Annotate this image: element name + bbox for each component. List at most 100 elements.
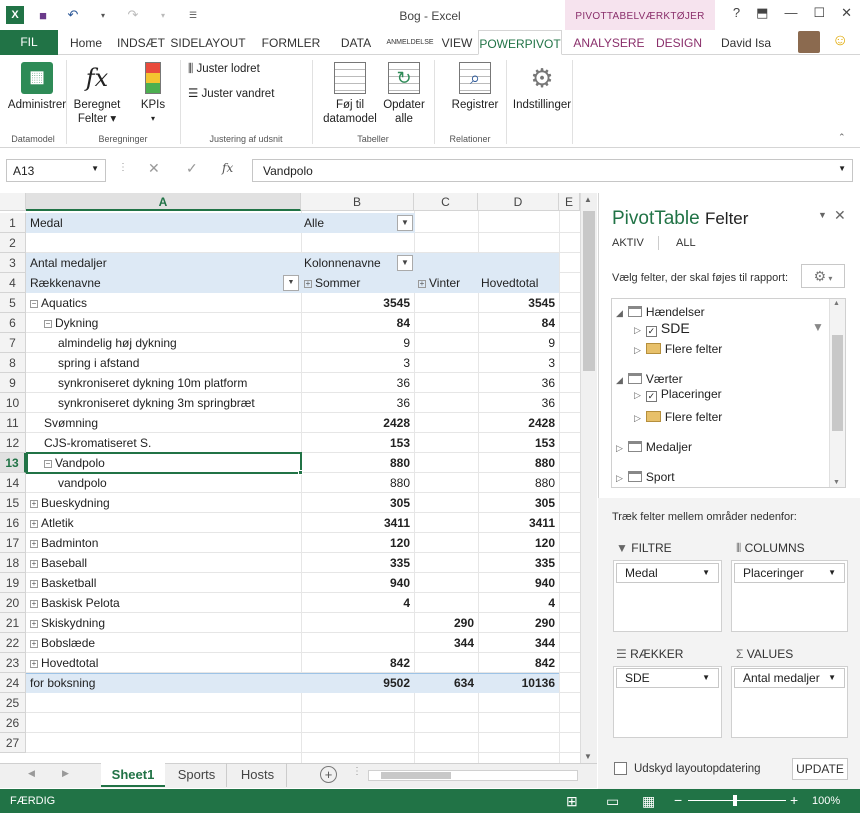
formula-input[interactable]: Vandpolo ▼ [252,159,853,182]
tab-data[interactable]: DATA [336,30,376,55]
chevron-down-icon[interactable]: ▼ [828,669,836,687]
pivot-value-d[interactable]: 3411 [478,513,559,533]
row-header[interactable]: 27 [0,733,26,753]
pivot-value-d[interactable]: 36 [478,373,559,393]
pivot-value-b[interactable]: 4 [301,593,414,613]
pivot-value-d[interactable]: 120 [478,533,559,553]
field-sde[interactable]: ▷ ✓ SDE [634,320,690,337]
row-header[interactable]: 22 [0,633,26,653]
pivot-value-b[interactable]: 305 [301,493,414,513]
pivot-value-d[interactable]: 84 [478,313,559,333]
scroll-down-icon[interactable]: ▼ [833,479,840,486]
zoom-slider[interactable] [688,800,786,801]
pivot-value-b[interactable] [301,633,414,653]
tab-aktiv[interactable]: AKTIV [612,237,644,249]
pivot-value-d[interactable]: 335 [478,553,559,573]
defer-update-checkbox[interactable] [614,762,627,775]
expand-icon[interactable]: ▷ [634,413,641,423]
pivot-value-b[interactable]: 36 [301,393,414,413]
expand-icon[interactable]: + [418,280,426,288]
cell-a4[interactable]: Rækkenavne [30,273,280,293]
expand-icon[interactable]: + [30,580,38,588]
scroll-up-icon[interactable]: ▲ [584,195,592,204]
row-header[interactable]: 26 [0,713,26,733]
more-options-icon[interactable]: ⋮ [118,162,128,173]
pivot-value-d[interactable]: 4 [478,593,559,613]
zoom-level[interactable]: 100% [812,795,840,807]
page-break-view-icon[interactable]: ▦ [642,793,655,810]
administrer-button[interactable]: ▦ Administrer [6,62,68,112]
tab-fil[interactable]: FIL [0,30,58,55]
add-sheet-icon[interactable]: + [320,766,337,783]
expand-icon[interactable]: ▷ [634,325,641,335]
pivot-row-label[interactable]: + Badminton [30,533,298,553]
collapse-icon[interactable]: − [44,320,52,328]
tab-prev-icon[interactable]: ◀ [28,768,35,779]
pivot-value-d[interactable]: 344 [478,633,559,653]
normal-view-icon[interactable]: ⊞ [566,793,578,810]
pivot-value-c[interactable] [414,593,478,613]
pivot-row-label[interactable]: + Atletik [30,513,298,533]
close-icon[interactable]: ✕ [841,5,852,21]
row-labels-filter-button[interactable]: ▼ [283,275,299,291]
pivot-row-label[interactable]: + Baseball [30,553,298,573]
pivot-row-label[interactable]: − Dykning [44,313,298,333]
cell-b1[interactable]: Alle [304,213,394,233]
close-pane-icon[interactable]: ✕ [834,207,846,224]
collapse-icon[interactable]: ◢ [616,308,623,318]
tab-analysere[interactable]: ANALYSERE [572,30,646,55]
opdater-alle-button[interactable]: ↻ Opdater alle [380,62,428,126]
cell-a1[interactable]: Medal [30,213,300,233]
pivot-value-b[interactable]: 9 [301,333,414,353]
column-header-b[interactable]: B [301,193,414,211]
collapse-ribbon-icon[interactable]: ⌃ [838,132,846,143]
row-header[interactable]: 3 [0,253,26,273]
zoom-out-icon[interactable]: − [674,792,682,808]
row-header[interactable]: 20 [0,593,26,613]
pivot-row-label[interactable]: vandpolo [58,473,298,493]
expand-icon[interactable]: + [30,500,38,508]
pivot-value-d[interactable]: 10136 [478,673,559,693]
selected-cell[interactable] [26,452,302,474]
field-placeringer[interactable]: ▷ ✓ Placeringer [634,387,722,402]
row-header[interactable]: 7 [0,333,26,353]
pivot-row-label[interactable]: for boksning [30,673,298,693]
pivot-value-d[interactable]: 153 [478,433,559,453]
pivot-value-c[interactable]: 290 [414,613,478,633]
field-table-sport[interactable]: ▷ Sport [616,470,675,484]
fill-handle[interactable] [298,470,303,475]
pivot-value-b[interactable]: 3411 [301,513,414,533]
expand-icon[interactable]: + [30,540,38,548]
filters-field-medal[interactable]: Medal ▼ [616,563,719,583]
pivot-value-b[interactable] [301,613,414,633]
pivot-value-b[interactable]: 880 [301,473,414,493]
field-table-medaljer[interactable]: ▷ Medaljer [616,440,692,454]
checkbox-checked-icon[interactable]: ✓ [645,391,657,402]
pivot-value-c[interactable] [414,533,478,553]
expand-icon[interactable]: + [30,600,38,608]
tab-next-icon[interactable]: ▶ [62,768,69,779]
checkbox-checked-icon[interactable]: ✓ [645,326,657,337]
maximize-icon[interactable]: ☐ [813,5,825,21]
pivot-value-d[interactable]: 842 [478,653,559,673]
expand-icon[interactable]: ▷ [634,390,641,400]
field-table-vaerter[interactable]: ◢ Værter [616,372,683,386]
pivot-value-c[interactable]: 344 [414,633,478,653]
pivot-value-d[interactable]: 940 [478,573,559,593]
rows-field-sde[interactable]: SDE ▼ [616,668,719,688]
vertical-scrollbar[interactable]: ▲ ▼ [580,193,597,763]
pivot-value-b[interactable]: 842 [301,653,414,673]
restore-ribbon-icon[interactable]: ⬒ [756,5,768,21]
tab-sidelayout[interactable]: SIDELAYOUT [170,30,246,55]
pivot-value-b[interactable]: 335 [301,553,414,573]
pivot-row-label[interactable]: + Bobslæde [30,633,298,653]
pivot-value-d[interactable]: 2428 [478,413,559,433]
indstillinger-button[interactable]: ⚙ Indstillinger [512,62,572,112]
row-header[interactable]: 4 [0,273,26,293]
tab-indsaet[interactable]: INDSÆT [114,30,168,55]
scroll-thumb[interactable] [381,772,451,779]
registrer-button[interactable]: ⌕ Registrer [450,62,500,112]
pivot-value-b[interactable]: 3 [301,353,414,373]
chevron-down-icon[interactable]: ▼ [828,564,836,582]
pivot-value-c[interactable] [414,413,478,433]
